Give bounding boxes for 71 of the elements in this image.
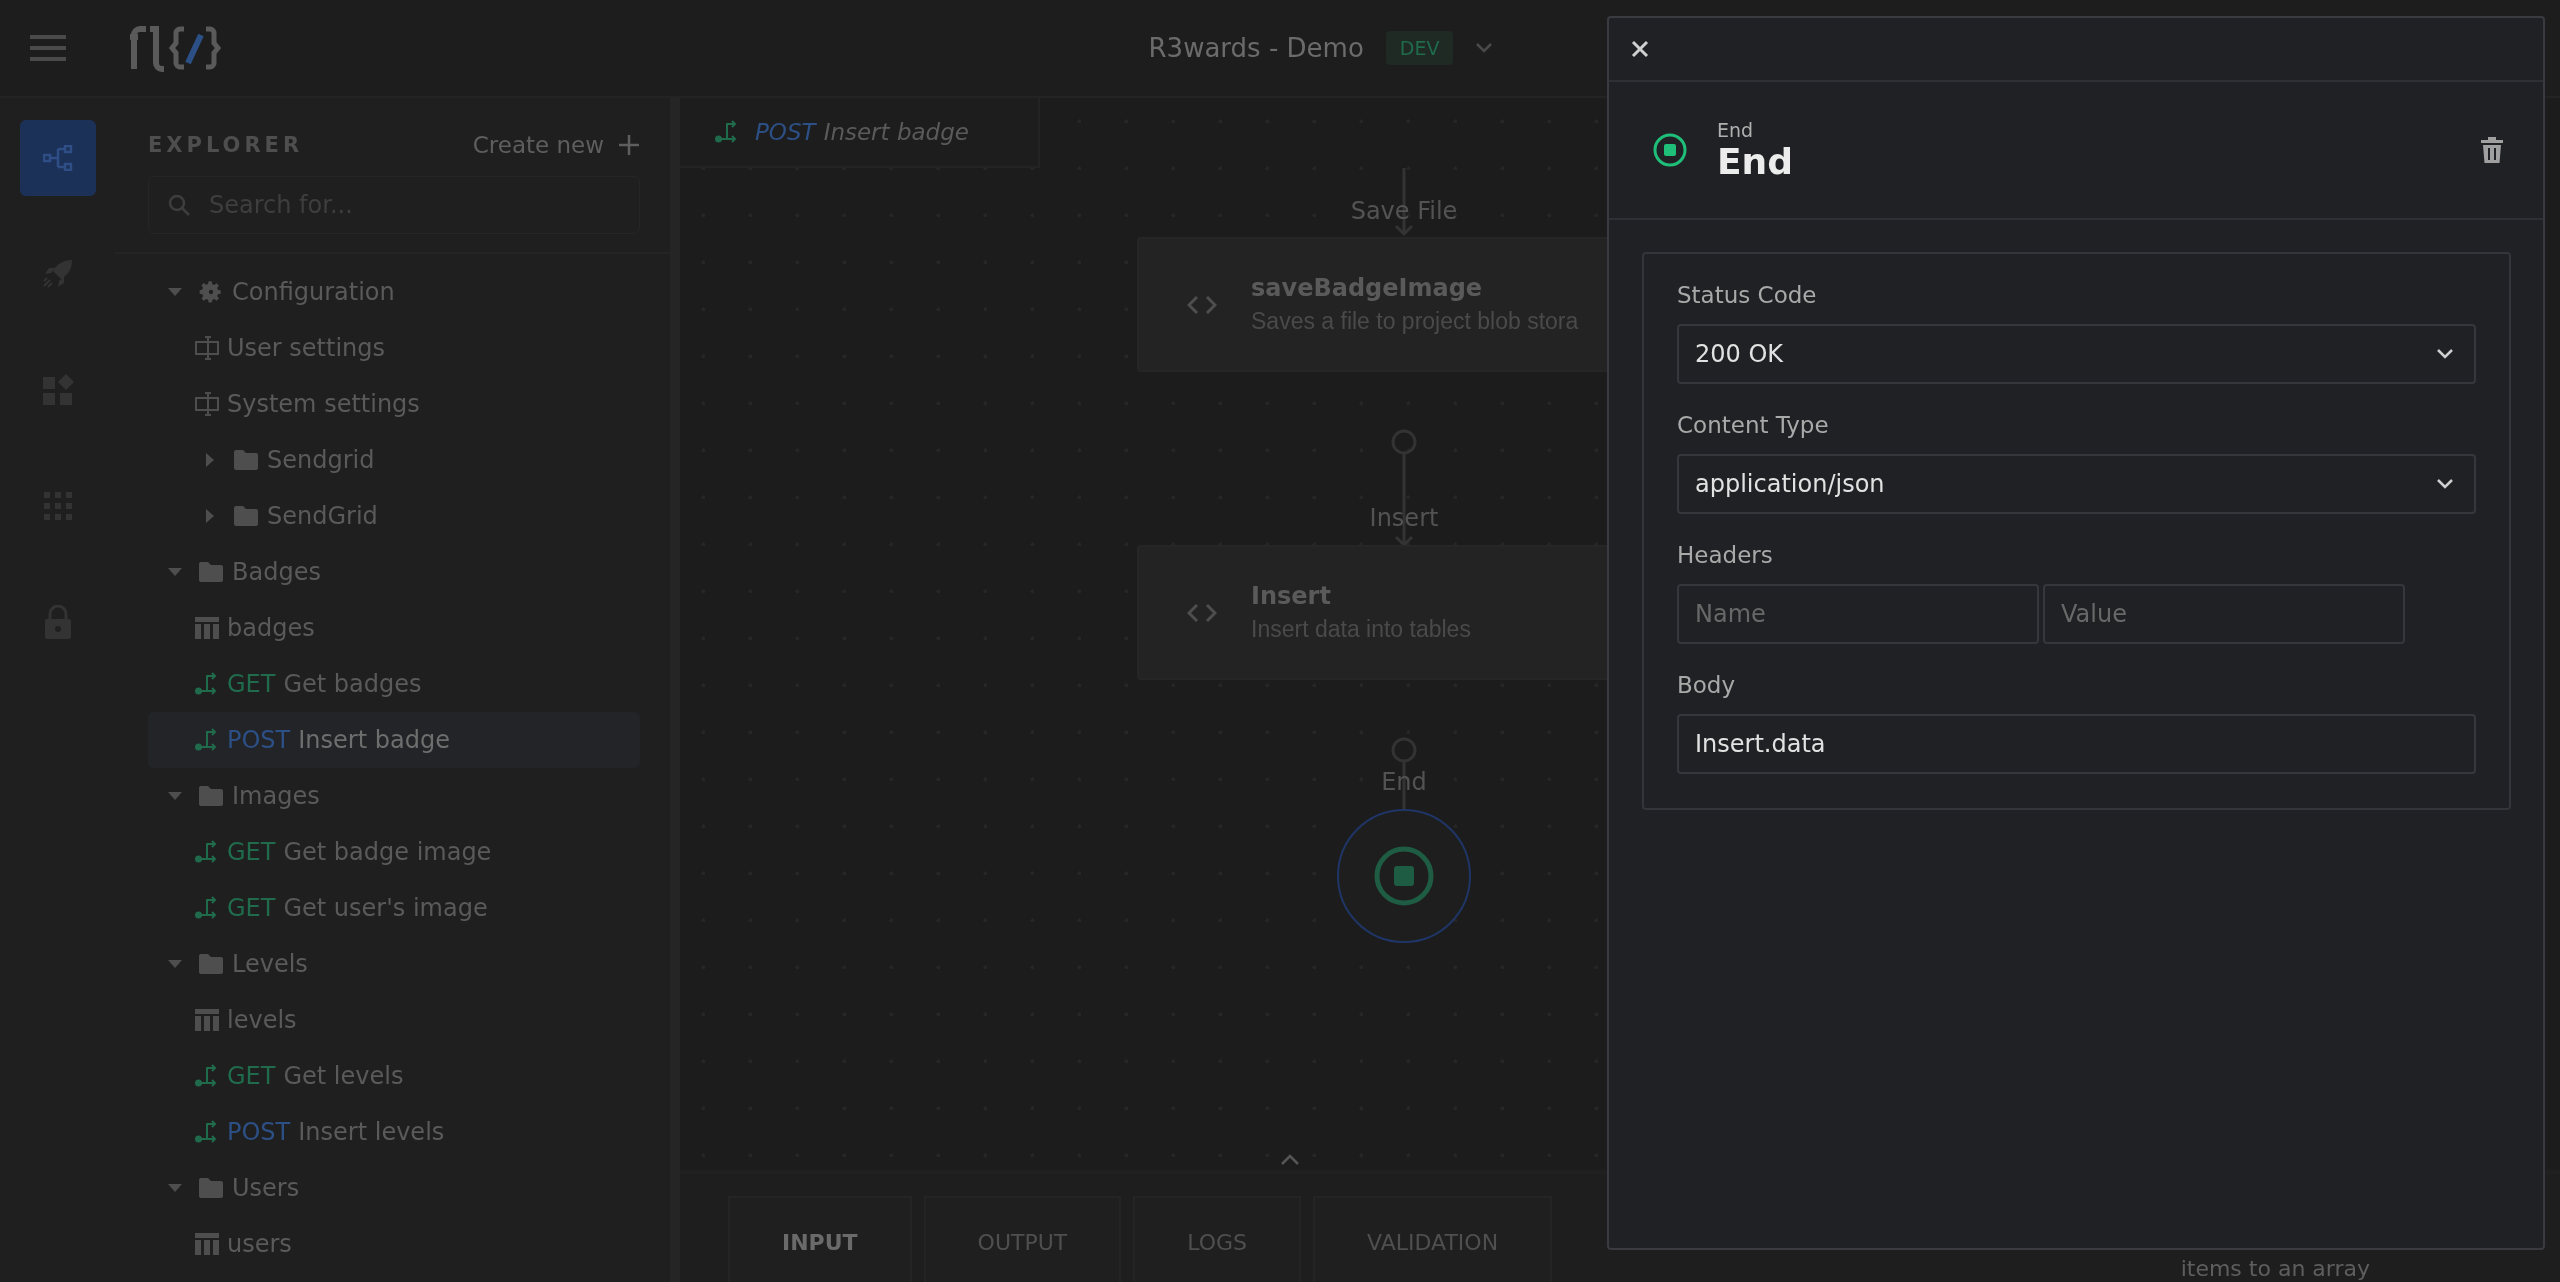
chevron-down-icon [2436, 348, 2454, 360]
route-icon [195, 728, 219, 752]
tree-item[interactable]: SendGrid [148, 488, 640, 544]
route-icon [195, 672, 219, 696]
route-icon [715, 120, 739, 144]
sliders-icon [195, 391, 219, 417]
menu-icon[interactable] [30, 33, 66, 63]
editor-tab[interactable]: POST Insert badge [680, 98, 1040, 168]
close-icon [1631, 40, 1649, 58]
tree-item[interactable]: Users [148, 1160, 640, 1216]
table-icon [195, 1232, 219, 1256]
table-icon [195, 616, 219, 640]
create-new-button[interactable]: Create new [472, 132, 640, 158]
node-description: items to an array [2180, 1256, 2370, 1281]
tree-item[interactable]: users [148, 1216, 640, 1272]
tree-item[interactable]: Images [148, 768, 640, 824]
chevron-down-icon[interactable] [1475, 42, 1494, 54]
rail-button[interactable] [19, 120, 96, 196]
folder-icon [198, 953, 224, 975]
folder-icon [198, 1177, 224, 1199]
field-label: Status Code [1677, 282, 1818, 308]
plus-icon [618, 134, 640, 156]
tree-item[interactable]: GET Get user's image [148, 880, 640, 936]
panel-tab[interactable]: INPUT [728, 1196, 912, 1282]
code-icon [1187, 294, 1217, 315]
search-icon [168, 194, 190, 216]
tree-item[interactable]: GET Get badges [148, 656, 640, 712]
stop-icon [1653, 133, 1687, 167]
route-icon [195, 896, 219, 920]
node-type: End [1717, 118, 1755, 141]
folder-icon [198, 785, 224, 807]
delete-button[interactable] [2481, 137, 2503, 163]
tree-item[interactable]: System settings [148, 376, 640, 432]
node-title: End [1717, 140, 1794, 182]
environment-badge: DEV [1385, 31, 1454, 65]
end-node[interactable] [1336, 808, 1472, 944]
table-icon [195, 1008, 219, 1032]
diagram-icon [42, 145, 73, 171]
route-icon [195, 840, 219, 864]
tree-item[interactable]: levels [148, 992, 640, 1048]
output-port[interactable] [1391, 737, 1417, 763]
select-field[interactable]: application/json [1677, 454, 2476, 514]
output-port[interactable] [1391, 429, 1417, 455]
input-field[interactable]: Insert.data [1677, 714, 2476, 774]
close-button[interactable] [1631, 40, 1649, 58]
tree-item[interactable]: Levels [148, 936, 640, 992]
tree-item[interactable]: badges [148, 600, 640, 656]
select-field[interactable]: 200 OK [1677, 324, 2476, 384]
route-icon [195, 1120, 219, 1144]
tree-item[interactable]: Badges [148, 544, 640, 600]
field-label: Headers [1677, 542, 1774, 568]
input-field[interactable]: Name [1677, 584, 2039, 644]
code-icon [1187, 602, 1217, 623]
tree-item[interactable]: POST Insert levels [148, 1104, 640, 1160]
tree-item[interactable]: GET Get badge image [148, 824, 640, 880]
folder-icon [233, 449, 259, 471]
tree-item[interactable]: POST Insert badge [148, 712, 640, 768]
folder-icon [233, 505, 259, 527]
field-label: Content Type [1677, 412, 1830, 438]
project-title: R3wards - Demo [1148, 33, 1364, 63]
route-icon [195, 1064, 219, 1088]
gear-icon [198, 279, 224, 305]
tree-item[interactable]: GET Get levels [148, 1048, 640, 1104]
tree-item[interactable]: Configuration [148, 264, 640, 320]
tree-item[interactable]: User settings [148, 320, 640, 376]
input-field[interactable]: Value [2043, 584, 2405, 644]
sliders-icon [195, 335, 219, 361]
tree-item[interactable]: Sendgrid [148, 432, 640, 488]
trash-icon [2481, 137, 2503, 163]
chevron-down-icon [2436, 478, 2454, 490]
folder-icon [198, 561, 224, 583]
